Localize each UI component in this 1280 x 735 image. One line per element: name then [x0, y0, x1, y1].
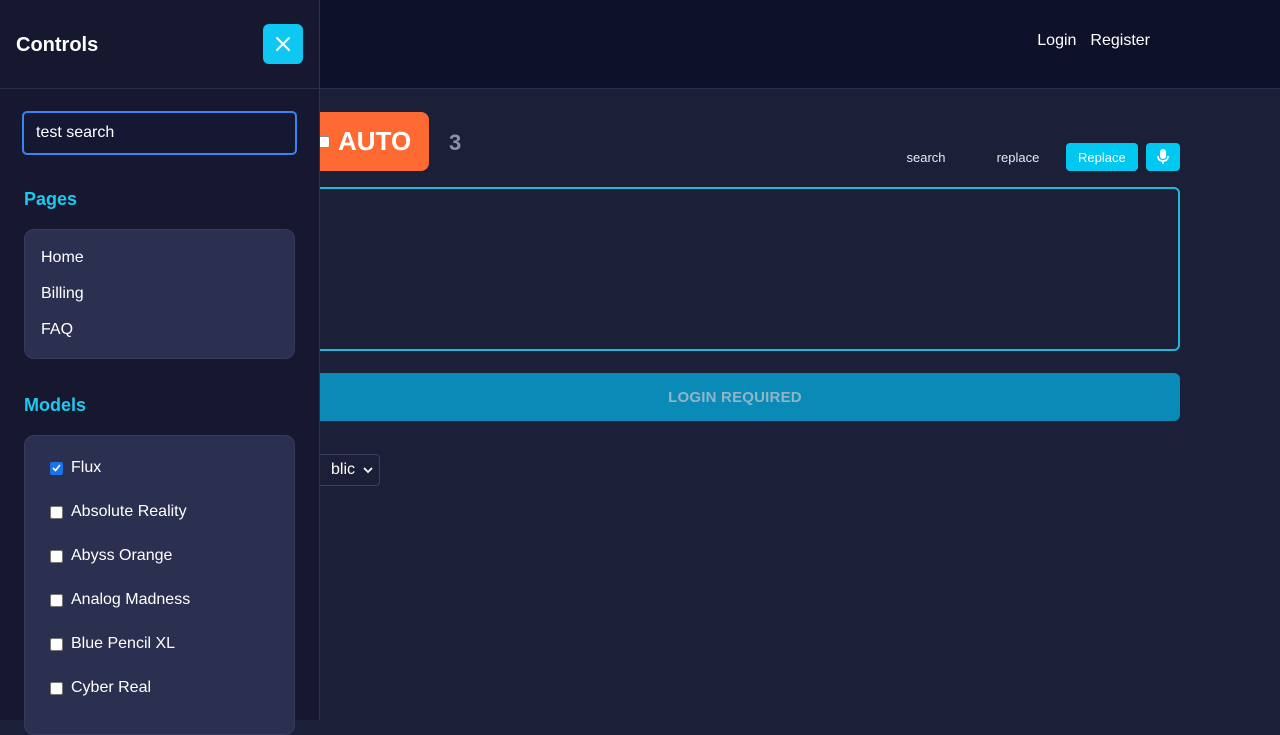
auto-label: AUTO	[338, 126, 412, 156]
pages-heading: Pages	[24, 189, 78, 209]
model-item[interactable]: Abyss Orange	[50, 547, 172, 565]
close-sidebar-button[interactable]	[263, 24, 303, 64]
sidebar-search-input[interactable]	[22, 111, 297, 155]
checkmark-icon	[52, 464, 61, 472]
model-label: Cyber Real	[71, 679, 152, 696]
models-list: Flux Absolute Reality Abyss Orange Analo…	[24, 435, 295, 735]
model-label: Analog Madness	[71, 591, 191, 608]
page-link-billing[interactable]: Billing	[41, 285, 84, 303]
sidebar-header: Controls	[0, 0, 319, 89]
sidebar-title: Controls	[16, 34, 99, 56]
model-item[interactable]: Cyber Real	[50, 679, 151, 697]
model-item[interactable]: Blue Pencil XL	[50, 635, 175, 653]
page-link-home[interactable]: Home	[41, 249, 84, 267]
model-label: Abyss Orange	[71, 547, 173, 564]
model-label: Flux	[71, 459, 102, 476]
controls-sidebar: Controls Pages Home Billing FAQ Models F…	[0, 0, 320, 735]
model-item[interactable]: Flux	[50, 459, 101, 477]
register-link[interactable]: Register	[1090, 32, 1150, 50]
login-link[interactable]: Login	[1037, 32, 1076, 50]
model-item[interactable]: Absolute Reality	[50, 503, 187, 521]
model-item[interactable]: Analog Madness	[50, 591, 190, 609]
microphone-icon	[1156, 149, 1169, 164]
prompt-textarea[interactable]	[290, 187, 1180, 351]
model-checkbox[interactable]	[50, 681, 63, 695]
replace-button[interactable]: Replace	[1066, 143, 1138, 171]
model-label: Absolute Reality	[71, 503, 187, 520]
replace-link[interactable]: replace	[970, 150, 1066, 165]
search-link[interactable]: search	[882, 150, 970, 165]
prompt-toolbar: search replace Replace	[882, 143, 1180, 171]
page-link-faq[interactable]: FAQ	[41, 321, 73, 339]
counter-value: 3	[449, 130, 462, 155]
chevron-down-icon	[363, 467, 373, 474]
close-icon	[276, 37, 290, 51]
pages-list: Home Billing FAQ	[24, 229, 295, 359]
microphone-button[interactable]	[1145, 143, 1180, 171]
top-nav: Login Register	[1037, 32, 1150, 50]
model-label: Blue Pencil XL	[71, 635, 176, 652]
models-heading: Models	[24, 395, 87, 415]
model-checkbox[interactable]	[50, 549, 63, 563]
model-checkbox[interactable]	[50, 593, 63, 607]
login-required-button[interactable]: LOGIN REQUIRED	[290, 373, 1180, 421]
model-checkbox[interactable]	[50, 637, 63, 651]
visibility-value: blic	[330, 461, 355, 478]
model-checkbox[interactable]	[50, 461, 63, 475]
model-checkbox[interactable]	[50, 505, 63, 519]
